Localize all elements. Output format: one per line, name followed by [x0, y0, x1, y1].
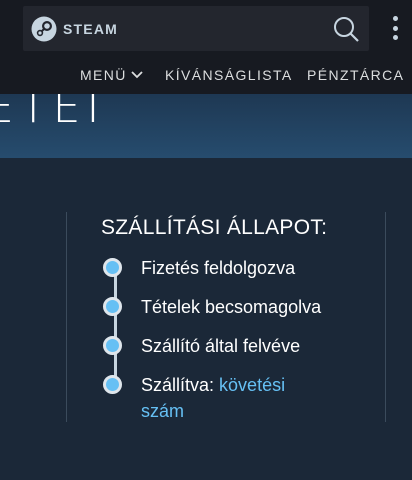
step-label: Szállítva: követési szám	[141, 372, 285, 421]
nav-bar: MENÜ KÍVÁNSÁGLISTA PÉNZTÁRCA	[0, 56, 412, 94]
shipping-status-title: SZÁLLÍTÁSI ÁLLAPOT:	[101, 216, 328, 239]
step-label-text: Szállítva:	[141, 375, 215, 395]
steam-logo-text: STEAM	[63, 21, 118, 37]
tracking-number-link-continued[interactable]: szám	[141, 398, 184, 424]
nav-wishlist[interactable]: KÍVÁNSÁGLISTA	[165, 67, 293, 83]
banner-title: ETEI	[0, 94, 106, 133]
nav-wallet[interactable]: PÉNZTÁRCA	[307, 67, 404, 83]
nav-menu[interactable]: MENÜ	[80, 67, 143, 83]
timeline-dot-icon	[103, 375, 122, 394]
timeline-dot-icon	[103, 336, 122, 355]
step-label: Tételek becsomagolva	[141, 297, 322, 317]
kebab-menu-icon[interactable]	[392, 16, 398, 40]
steam-logo-icon	[31, 16, 57, 42]
chevron-down-icon	[131, 71, 143, 79]
timeline-dot-icon	[103, 297, 122, 316]
search-icon[interactable]	[333, 16, 359, 42]
top-bar: STEAM	[0, 0, 412, 56]
tracking-number-link[interactable]: követési	[219, 375, 285, 395]
search-bar[interactable]: STEAM	[23, 6, 369, 51]
timeline-dot-icon	[103, 258, 122, 277]
timeline-line	[114, 268, 117, 384]
nav-menu-label: MENÜ	[80, 67, 127, 83]
shipping-status-panel: SZÁLLÍTÁSI ÁLLAPOT: Fizetés feldolgozva …	[66, 212, 386, 422]
steam-logo[interactable]: STEAM	[31, 15, 118, 43]
step-label: Szállító által felvéve	[141, 336, 301, 356]
step-label: Fizetés feldolgozva	[141, 258, 296, 278]
page-banner: ETEI	[0, 94, 412, 158]
